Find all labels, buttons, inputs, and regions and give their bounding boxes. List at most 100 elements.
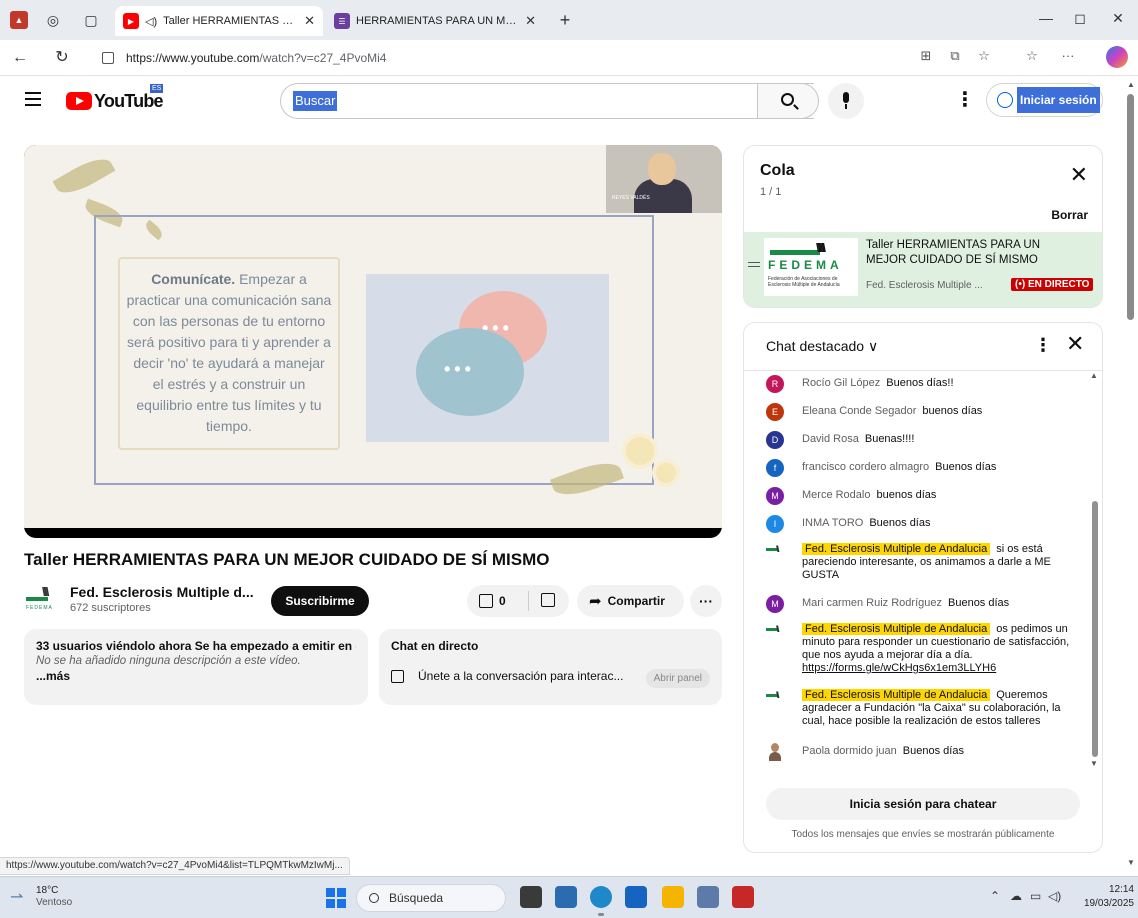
tab-actions-icon[interactable]: ▢: [82, 11, 100, 29]
chat-scrollbar[interactable]: [1092, 501, 1098, 757]
task-view-icon[interactable]: [520, 886, 542, 908]
chat-author[interactable]: Fed. Esclerosis Multiple de Andalucia: [802, 689, 991, 701]
subscribe-button[interactable]: Suscribirme: [271, 586, 369, 616]
slide-body: Empezar a practicar una comunicación san…: [126, 271, 332, 434]
chat-message-body: Fed. Esclerosis Multiple de Andalucia Que…: [802, 689, 1086, 728]
search-input[interactable]: Buscar: [280, 83, 814, 119]
chat-author[interactable]: Fed. Esclerosis Multiple de Andalucia: [802, 543, 991, 555]
copilot-icon[interactable]: [1106, 46, 1128, 68]
voice-search-button[interactable]: [828, 83, 864, 119]
more-actions-button[interactable]: ···: [690, 585, 722, 617]
page-scroll-down-icon[interactable]: ▼: [1127, 858, 1135, 867]
favorites-list-icon[interactable]: ☆: [1024, 48, 1040, 64]
show-hidden-icons[interactable]: ⌃: [990, 889, 1000, 903]
network-icon[interactable]: ☁: [1010, 889, 1022, 903]
chat-author[interactable]: Merce Rodalo: [802, 489, 870, 501]
page-scrollbar[interactable]: [1127, 94, 1134, 320]
start-button[interactable]: [326, 888, 346, 908]
channel-name[interactable]: Fed. Esclerosis Multiple d...: [70, 584, 254, 600]
chat-avatar[interactable]: M: [766, 487, 784, 505]
tab-youtube[interactable]: ▶ ◁) Taller HERRAMIENTAS PARA UN MEJOR ✕: [115, 6, 323, 36]
page-scroll-up-icon[interactable]: ▲: [1127, 80, 1135, 89]
chat-avatar[interactable]: \\\: [766, 541, 784, 559]
status-url: https://www.youtube.com/watch?v=c27_4Pvo…: [0, 857, 350, 875]
wind-icon: ⇀: [10, 889, 24, 906]
favorite-star-icon[interactable]: ☆: [976, 48, 992, 64]
chat-avatar[interactable]: M: [766, 595, 784, 613]
chat-author[interactable]: Eleana Conde Segador: [802, 405, 916, 417]
display-icon[interactable]: ▭: [1030, 889, 1041, 903]
taskbar-search[interactable]: Búsqueda: [356, 884, 506, 912]
chat-author[interactable]: Paola dormido juan: [802, 745, 897, 757]
taskbar-search-placeholder: Búsqueda: [389, 891, 444, 905]
chat-avatar[interactable]: E: [766, 403, 784, 421]
chat-avatar[interactable]: f: [766, 459, 784, 477]
settings-menu-icon[interactable]: ···: [1060, 48, 1076, 63]
acrobat-icon[interactable]: [732, 886, 754, 908]
chat-message: M Merce Rodalo buenos días: [766, 487, 1086, 505]
channel-avatar[interactable]: \\\\ FEDEMA: [24, 583, 58, 617]
chat-scroll-up-icon[interactable]: ▲: [1090, 371, 1098, 380]
minimize-icon[interactable]: —: [1036, 10, 1056, 26]
reader-view-icon[interactable]: ⊞: [918, 48, 934, 64]
chat-message-body: Merce Rodalo buenos días: [802, 489, 1086, 502]
close-tab-icon[interactable]: ✕: [525, 13, 536, 29]
like-button[interactable]: 0: [467, 591, 529, 611]
close-queue-icon[interactable]: ✕: [1070, 164, 1088, 186]
close-window-icon[interactable]: ✕: [1108, 10, 1128, 27]
tab-forms[interactable]: ☰ HERRAMIENTAS PARA UN MEJOR ✕: [326, 6, 544, 36]
share-button[interactable]: ➦ Compartir: [577, 585, 684, 617]
forms-favicon-icon: ☰: [334, 13, 350, 29]
chat-avatar[interactable]: \\\: [766, 687, 784, 705]
weather-widget[interactable]: ⇀ 18°C Ventoso: [10, 885, 72, 909]
chat-mode-dropdown[interactable]: Chat destacado ∨: [766, 338, 878, 355]
chat-link[interactable]: https://forms.gle/wCkHgs6x1em3LLYH6: [802, 662, 996, 674]
clear-queue-button[interactable]: Borrar: [1051, 208, 1088, 222]
dislike-button[interactable]: [529, 592, 561, 610]
refresh-icon[interactable]: ↻: [52, 48, 72, 68]
chat-avatar[interactable]: \\\: [766, 621, 784, 639]
app-available-icon[interactable]: ⧉: [947, 48, 963, 64]
site-info-icon[interactable]: [102, 52, 114, 64]
chat-avatar[interactable]: R: [766, 375, 784, 393]
profile-icon[interactable]: ▲: [10, 11, 28, 29]
chat-scroll-down-icon[interactable]: ▼: [1090, 759, 1098, 768]
sign-in-button[interactable]: Iniciar sesión: [986, 83, 1103, 117]
chat-author[interactable]: Rocío Gil López: [802, 377, 880, 389]
drag-handle-icon[interactable]: [748, 262, 760, 270]
chat-sign-in-button[interactable]: Inicia sesión para chatear: [766, 788, 1080, 820]
search-button[interactable]: [757, 83, 819, 119]
store-icon[interactable]: [555, 886, 577, 908]
close-chat-icon[interactable]: ✕: [1066, 333, 1084, 355]
chat-author[interactable]: Fed. Esclerosis Multiple de Andalucia: [802, 623, 991, 635]
chat-options-icon[interactable]: ⋮: [1034, 335, 1052, 356]
chat-avatar[interactable]: I: [766, 515, 784, 533]
restore-icon[interactable]: ◻: [1070, 10, 1090, 27]
queue-item-thumbnail: \\\\\\ FEDEMA Federación de Asociaciones…: [764, 238, 858, 296]
back-icon[interactable]: ←: [10, 48, 30, 68]
chat-avatar[interactable]: D: [766, 431, 784, 449]
chat-author[interactable]: INMA TORO: [802, 517, 863, 529]
video-player[interactable]: Comunícate. Empezar a practicar una comu…: [24, 145, 722, 538]
settings-kebab-icon[interactable]: ⋮: [955, 87, 975, 112]
edge-icon[interactable]: [590, 886, 612, 908]
chat-avatar[interactable]: [766, 743, 784, 761]
photos-icon[interactable]: [697, 886, 719, 908]
workspaces-icon[interactable]: ◎: [44, 11, 62, 29]
system-clock[interactable]: 12:14 19/03/2025: [1068, 883, 1134, 911]
audio-playing-icon[interactable]: ◁): [145, 15, 157, 28]
queue-item[interactable]: \\\\\\ FEDEMA Federación de Asociaciones…: [744, 232, 1102, 307]
close-tab-icon[interactable]: ✕: [304, 13, 315, 29]
volume-icon[interactable]: ◁): [1048, 889, 1061, 903]
chat-author[interactable]: Mari carmen Ruiz Rodríguez: [802, 597, 942, 609]
description-box[interactable]: 33 usuarios viéndolo ahora Se ha empezad…: [24, 629, 368, 705]
youtube-logo[interactable]: YouTube: [66, 91, 164, 111]
chat-author[interactable]: francisco cordero almagro: [802, 461, 929, 473]
outlook-icon[interactable]: [625, 886, 647, 908]
menu-icon[interactable]: [25, 92, 41, 106]
file-explorer-icon[interactable]: [662, 886, 684, 908]
chat-author[interactable]: David Rosa: [802, 433, 859, 445]
open-panel-button[interactable]: Abrir panel: [645, 669, 710, 688]
new-tab-button[interactable]: +: [556, 11, 574, 29]
show-more-link[interactable]: ...más: [36, 669, 356, 683]
